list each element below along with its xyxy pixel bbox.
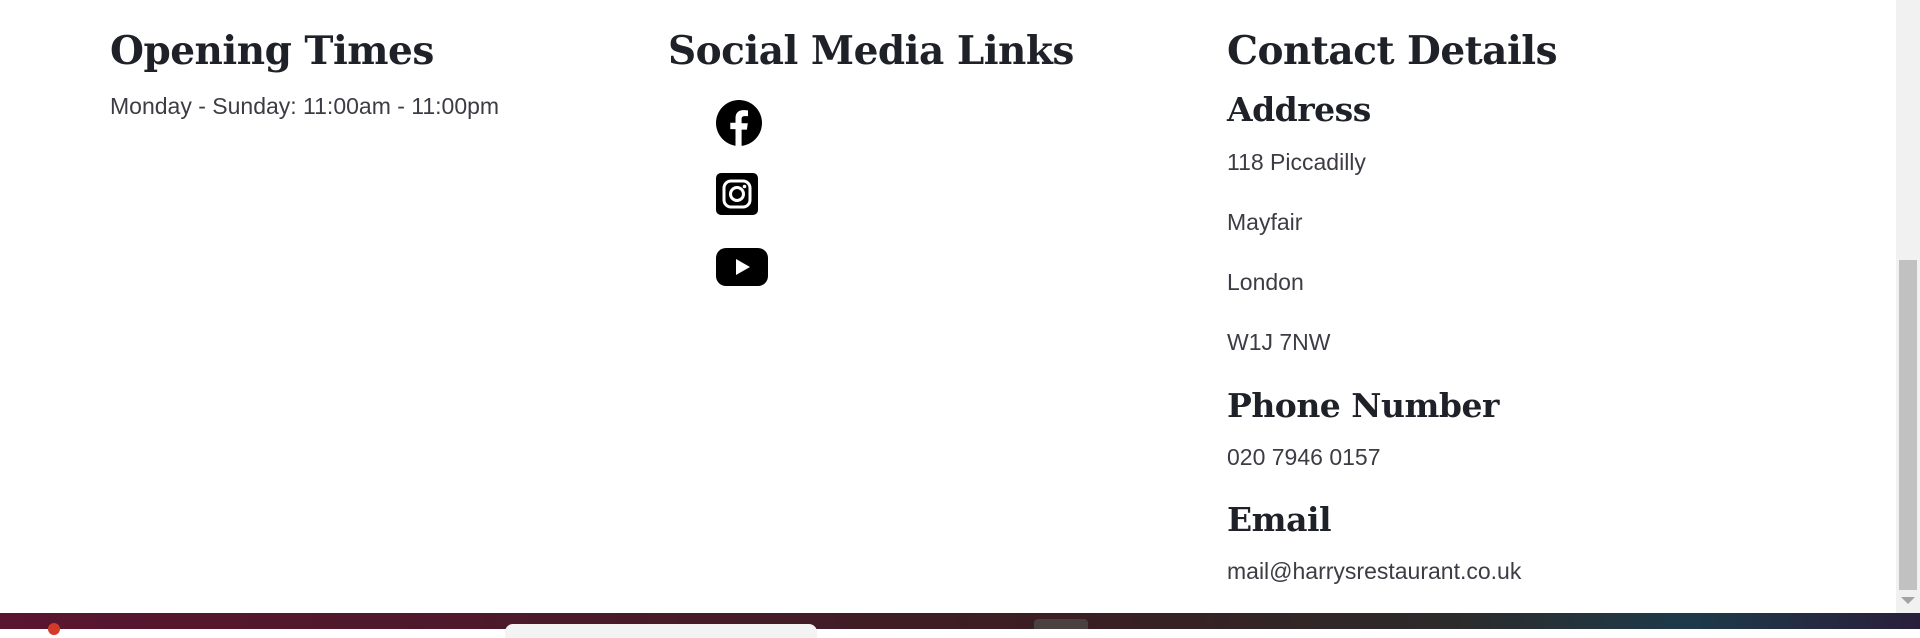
footer-section: Opening Times Monday - Sunday: 11:00am -…	[0, 0, 1896, 613]
phone-number: 020 7946 0157	[1227, 444, 1381, 470]
address-line: London	[1227, 269, 1304, 295]
youtube-icon	[716, 248, 768, 286]
address-line: Mayfair	[1227, 209, 1303, 235]
opening-hours-text: Monday - Sunday: 11:00am - 11:00pm	[110, 93, 500, 119]
facebook-icon	[716, 100, 762, 146]
instagram-link[interactable]	[716, 173, 758, 215]
taskbar	[0, 613, 1920, 638]
contact-details-heading: Contact Details	[1227, 28, 1558, 74]
email-address: mail@harrysrestaurant.co.uk	[1227, 558, 1522, 584]
taskbar-app-icon[interactable]	[1034, 619, 1088, 629]
social-media-heading: Social Media Links	[668, 28, 1074, 74]
address-line: 118 Piccadilly	[1227, 149, 1366, 175]
facebook-link[interactable]	[716, 100, 762, 146]
vertical-scrollbar[interactable]	[1896, 0, 1920, 613]
instagram-icon	[716, 173, 758, 215]
scroll-down-arrow-icon[interactable]	[1901, 597, 1915, 604]
scrollbar-thumb[interactable]	[1899, 260, 1917, 590]
address-heading: Address	[1227, 90, 1371, 129]
email-heading: Email	[1227, 500, 1332, 539]
opening-times-heading: Opening Times	[110, 28, 434, 74]
notification-badge-icon	[48, 623, 60, 635]
youtube-link[interactable]	[716, 248, 768, 286]
phone-heading: Phone Number	[1227, 386, 1499, 425]
taskbar-search-box[interactable]	[505, 624, 817, 638]
address-line: W1J 7NW	[1227, 329, 1331, 355]
